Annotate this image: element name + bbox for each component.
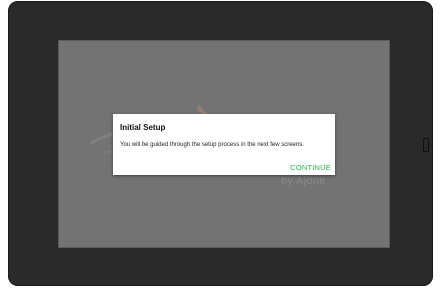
setup-dialog: Initial Setup You will be guided through… (113, 114, 335, 175)
splash-byline: by Ajone (281, 175, 326, 187)
continue-button[interactable]: CONTINUE (290, 163, 331, 172)
dialog-title: Initial Setup (120, 123, 166, 132)
dialog-message: You will be guided through the setup pro… (120, 142, 304, 148)
device-side-button (423, 138, 429, 152)
